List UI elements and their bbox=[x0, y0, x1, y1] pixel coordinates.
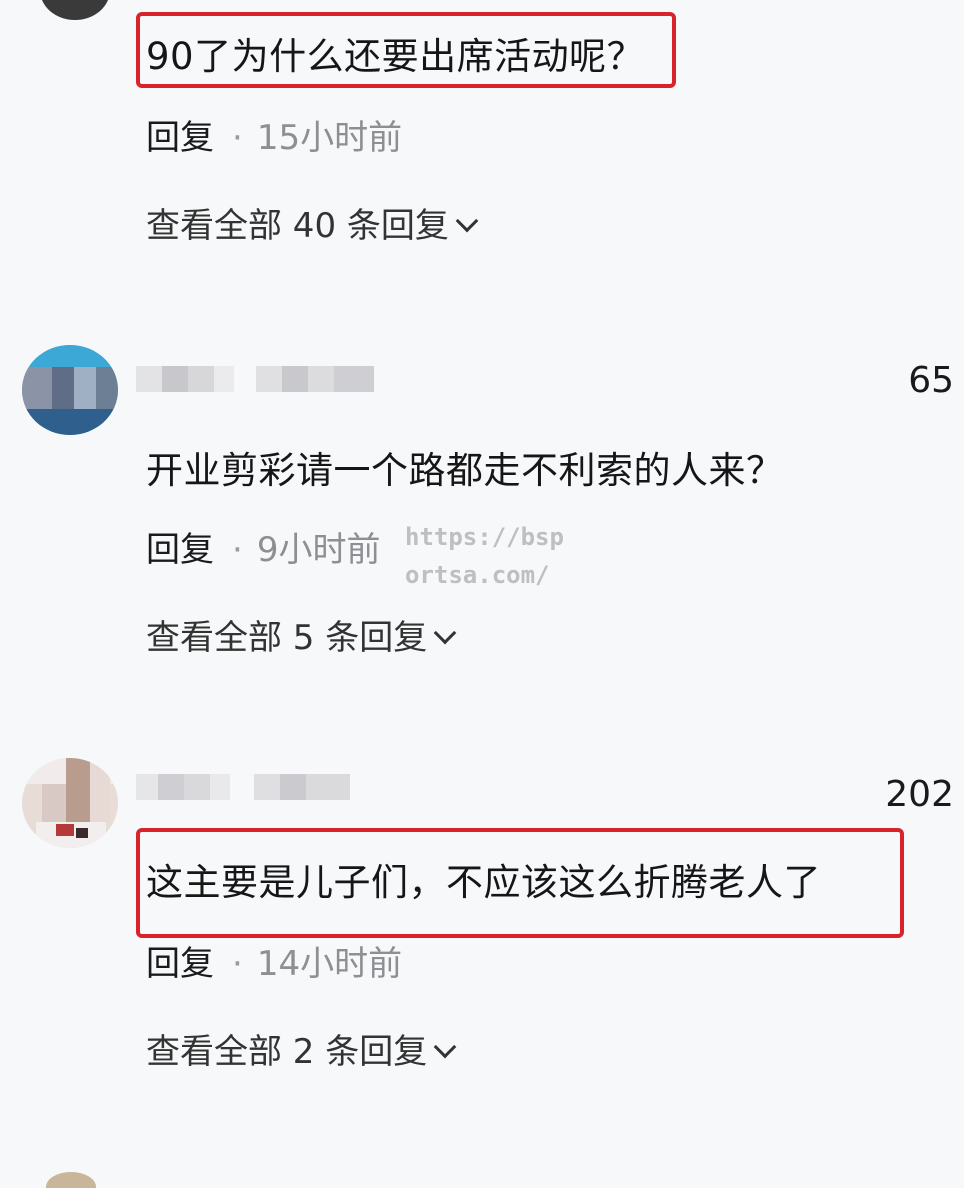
like-count: 65 bbox=[908, 360, 954, 401]
view-all-label: 查看全部 40 条回复 bbox=[146, 206, 449, 246]
separator: · bbox=[232, 118, 243, 158]
view-all-replies-button[interactable]: 查看全部 5 条回复 bbox=[146, 610, 457, 659]
chevron-down-icon bbox=[433, 1035, 457, 1059]
view-all-replies-button[interactable]: 查看全部 2 条回复 bbox=[146, 1024, 457, 1073]
comment-text: 这主要是儿子们，不应该这么折腾老人了 bbox=[146, 861, 821, 904]
avatar[interactable] bbox=[22, 345, 118, 435]
chevron-down-icon bbox=[455, 209, 479, 233]
comment-time: 15小时前 bbox=[256, 118, 403, 158]
username-blurred[interactable] bbox=[136, 366, 376, 396]
avatar[interactable] bbox=[40, 0, 110, 20]
separator: · bbox=[232, 530, 243, 570]
comment-text: 90了为什么还要出席活动呢？ bbox=[146, 35, 645, 78]
view-all-label: 查看全部 2 条回复 bbox=[146, 1032, 428, 1072]
comment-time: 14小时前 bbox=[256, 944, 403, 984]
like-count: 202 bbox=[885, 774, 954, 815]
reply-button[interactable]: 回复 bbox=[146, 118, 214, 158]
comment-meta: 回复 · 14小时前 bbox=[146, 936, 402, 985]
avatar[interactable] bbox=[46, 1172, 96, 1188]
chevron-down-icon bbox=[433, 621, 457, 645]
comment-meta: 回复 · 9小时前 bbox=[146, 522, 380, 571]
comment-text: 开业剪彩请一个路都走不利索的人来？ bbox=[146, 449, 784, 492]
username-blurred[interactable] bbox=[136, 774, 352, 804]
reply-button[interactable]: 回复 bbox=[146, 944, 214, 984]
view-all-label: 查看全部 5 条回复 bbox=[146, 618, 428, 658]
comment-meta: 回复 · 15小时前 bbox=[146, 110, 402, 159]
separator: · bbox=[232, 944, 243, 984]
comment-time: 9小时前 bbox=[256, 530, 381, 570]
reply-button[interactable]: 回复 bbox=[146, 530, 214, 570]
avatar[interactable] bbox=[22, 758, 118, 848]
view-all-replies-button[interactable]: 查看全部 40 条回复 bbox=[146, 198, 479, 247]
watermark: https://bsportsa.com/ bbox=[405, 523, 564, 589]
